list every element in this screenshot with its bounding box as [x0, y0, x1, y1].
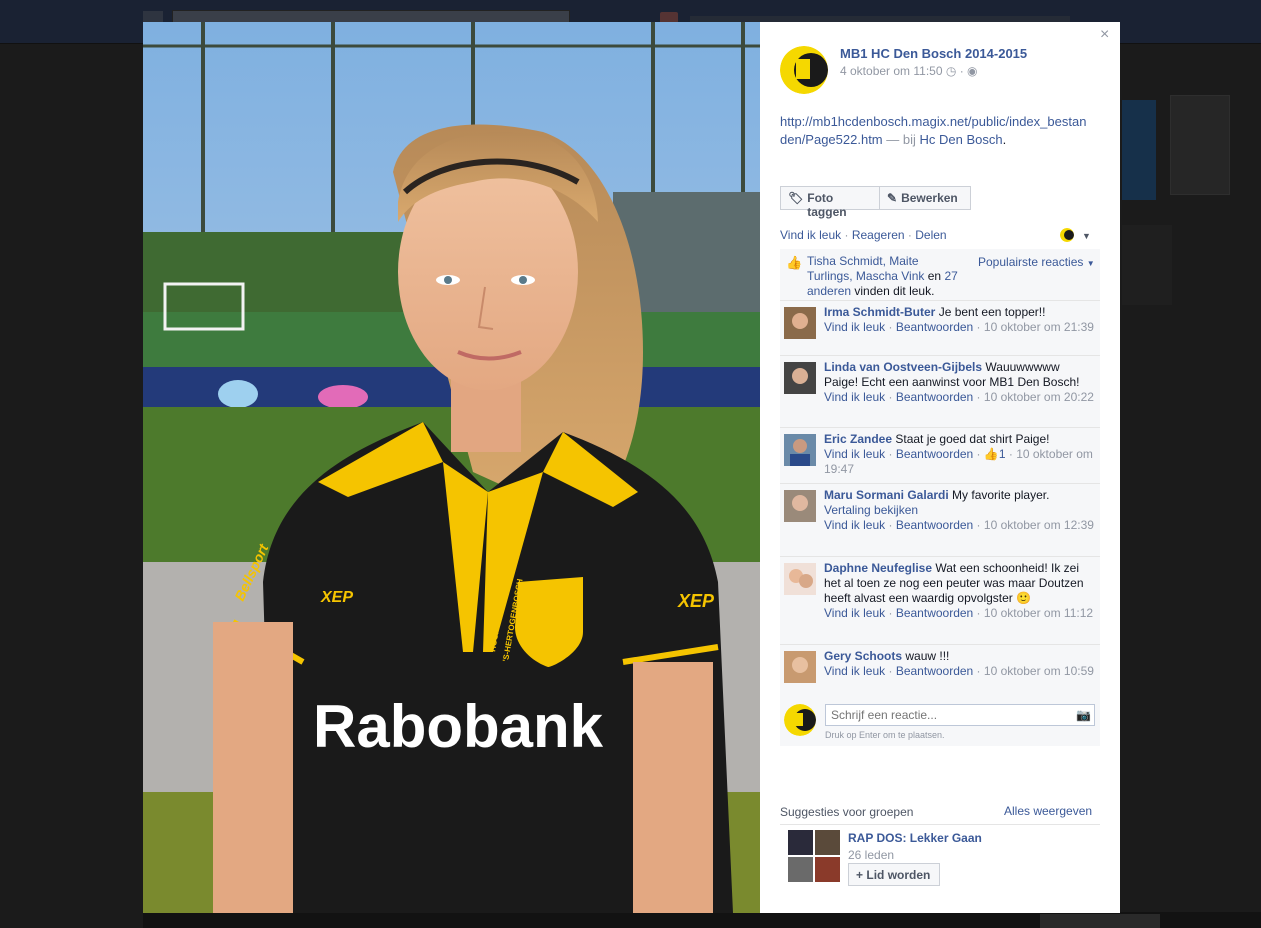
- comment-reply-link[interactable]: Beantwoorden: [896, 320, 973, 334]
- thumbs-up-icon: 👍: [983, 447, 999, 461]
- divider: [780, 824, 1100, 825]
- tag-photo-label: Foto taggen: [807, 191, 847, 219]
- background-sidebar-text: [1122, 225, 1172, 305]
- comment-author[interactable]: Gery Schoots: [824, 649, 902, 663]
- comment-reply-link[interactable]: Beantwoorden: [896, 518, 973, 532]
- photo[interactable]: Rabobank XEP XEP HOCKEYCLUB 'S-HERTOGENB…: [143, 22, 760, 913]
- comment-reply-link[interactable]: Beantwoorden: [896, 606, 973, 620]
- poster-name[interactable]: MB1 HC Den Bosch 2014-2015: [840, 46, 1027, 61]
- viewer-avatar[interactable]: [784, 704, 816, 736]
- write-comment-row: 📷 Druk op Enter om te plaatsen.: [780, 700, 1100, 746]
- globe-icon[interactable]: ◉: [967, 64, 977, 78]
- post-meta: 4 oktober om 11:50 ◷ · ◉: [840, 64, 978, 78]
- comment-time[interactable]: 10 oktober om 11:12: [984, 606, 1093, 620]
- photo-details-panel: × MB1 HC Den Bosch 2014-2015 4 oktober o…: [760, 22, 1120, 913]
- close-icon[interactable]: ×: [1100, 26, 1109, 44]
- comment-text: Je bent een topper!!: [938, 305, 1046, 319]
- caption-with-text: — bij: [886, 132, 916, 147]
- pencil-icon: ✎: [887, 191, 898, 205]
- comment-like-link[interactable]: Vind ik leuk: [824, 606, 885, 620]
- thumbs-up-icon: 👍: [786, 255, 803, 270]
- comment-like-link[interactable]: Vind ik leuk: [824, 664, 885, 678]
- comment-time[interactable]: 10 oktober om 10:59: [984, 664, 1094, 678]
- caption-place-link[interactable]: Hc Den Bosch: [920, 132, 1003, 147]
- comment-like-link[interactable]: Vind ik leuk: [824, 518, 885, 532]
- comment-reply-link[interactable]: Beantwoorden: [896, 447, 973, 461]
- likes-text: Tisha Schmidt, Maite Turlings, Mascha Vi…: [807, 254, 958, 298]
- translate-link[interactable]: Vertaling bekijken: [824, 503, 918, 517]
- comment-like-link[interactable]: Vind ik leuk: [824, 320, 885, 334]
- comment-time[interactable]: 10 oktober om 21:39: [984, 320, 1094, 334]
- edit-label: Bewerken: [901, 191, 958, 205]
- smile-emoji: 🙂: [1016, 591, 1032, 605]
- comment-text: My favorite player.: [952, 488, 1050, 502]
- post-caption: http://mb1hcdenbosch.magix.net/public/in…: [780, 114, 1087, 147]
- join-label: Lid worden: [866, 868, 931, 882]
- group-name[interactable]: RAP DOS: Lekker Gaan: [848, 831, 982, 845]
- comment-avatar[interactable]: [784, 490, 816, 522]
- comment-reply-link[interactable]: Beantwoorden: [896, 390, 973, 404]
- photo-illustration: Rabobank XEP XEP HOCKEYCLUB 'S-HERTOGENB…: [143, 22, 760, 913]
- comment-input[interactable]: [825, 704, 1095, 726]
- comment-author[interactable]: Irma Schmidt-Buter: [824, 305, 935, 319]
- comment: Maru Sormani Galardi My favorite player.…: [780, 484, 1100, 557]
- comment-like-link[interactable]: Vind ik leuk: [824, 390, 885, 404]
- comment-author[interactable]: Eric Zandee: [824, 432, 892, 446]
- group-members: 26 leden: [848, 848, 895, 862]
- brand-right-text: XEP: [677, 591, 715, 611]
- poster-avatar[interactable]: [780, 46, 828, 94]
- comment-avatar[interactable]: [784, 563, 816, 595]
- comment-text: Staat je goed dat shirt Paige!: [895, 432, 1050, 446]
- comment-author[interactable]: Linda van Oostveen-Gijbels: [824, 360, 982, 374]
- sponsor-text: Rabobank: [313, 693, 604, 760]
- comment-link[interactable]: Reageren: [852, 228, 905, 242]
- tag-icon: 🏷: [788, 191, 804, 205]
- see-all-link[interactable]: Alles weergeven: [1004, 804, 1092, 818]
- edit-button[interactable]: ✎ Bewerken: [880, 186, 971, 210]
- plus-icon: +: [856, 868, 864, 882]
- comment-avatar[interactable]: [784, 651, 816, 683]
- comment: Eric Zandee Staat je goed dat shirt Paig…: [780, 428, 1100, 484]
- comment-avatar[interactable]: [784, 307, 816, 339]
- comment-like-link[interactable]: Vind ik leuk: [824, 447, 885, 461]
- comment-time[interactable]: 10 oktober om 20:22: [984, 390, 1094, 404]
- chevron-down-icon[interactable]: ▼: [1082, 231, 1091, 241]
- likes-summary: 👍 Tisha Schmidt, Maite Turlings, Mascha …: [780, 249, 1100, 301]
- comment-author[interactable]: Maru Sormani Galardi: [824, 488, 949, 502]
- photo-lightbox: Rabobank XEP XEP HOCKEYCLUB 'S-HERTOGENB…: [143, 22, 1120, 913]
- share-link[interactable]: Delen: [915, 228, 946, 242]
- comment-likes-count[interactable]: 👍1: [984, 447, 1006, 461]
- camera-icon[interactable]: 📷: [1076, 708, 1091, 722]
- clock-icon: ◷: [945, 64, 957, 78]
- comment: Daphne Neufeglise Wat een schoonheid! Ik…: [780, 557, 1100, 645]
- comment-time[interactable]: 10 oktober om 12:39: [984, 518, 1094, 532]
- join-group-button[interactable]: + Lid worden: [848, 863, 940, 886]
- background-ad: [1122, 100, 1156, 200]
- brand-left-text: XEP: [320, 589, 353, 606]
- comment-avatar[interactable]: [784, 434, 816, 466]
- comment-author[interactable]: Daphne Neufeglise: [824, 561, 932, 575]
- like-link[interactable]: Vind ik leuk: [780, 228, 841, 242]
- comment: Linda van Oostveen-Gijbels Wauuwwwww Pai…: [780, 356, 1100, 428]
- suggestions-heading: Suggesties voor groepen: [780, 805, 914, 819]
- comments-box: 👍 Tisha Schmidt, Maite Turlings, Mascha …: [780, 249, 1100, 746]
- background-chat-bar: [1040, 914, 1160, 928]
- background-icon-column: [1170, 95, 1230, 195]
- comment-reply-link[interactable]: Beantwoorden: [896, 664, 973, 678]
- comment-avatar[interactable]: [784, 362, 816, 394]
- tag-photo-button[interactable]: 🏷 Foto taggen: [780, 186, 880, 219]
- comment: Irma Schmidt-Buter Je bent een topper!! …: [780, 301, 1100, 356]
- chevron-down-icon: ▼: [1086, 259, 1095, 268]
- viewer-avatar[interactable]: [1060, 228, 1074, 242]
- popular-comments-dropdown[interactable]: Populairste reacties ▼: [978, 255, 1095, 269]
- post-actions: Vind ik leuk · Reageren · Delen: [780, 228, 947, 242]
- likers-names[interactable]: Tisha Schmidt, Maite Turlings, Mascha Vi…: [807, 254, 924, 283]
- comment: Gery Schoots wauw !!! Vind ik leuk · Bea…: [780, 645, 1100, 700]
- comment-text: wauw !!!: [905, 649, 950, 663]
- comment-hint: Druk op Enter om te plaatsen.: [825, 730, 945, 740]
- group-image[interactable]: [788, 830, 840, 882]
- post-timestamp[interactable]: 4 oktober om 11:50: [840, 64, 943, 78]
